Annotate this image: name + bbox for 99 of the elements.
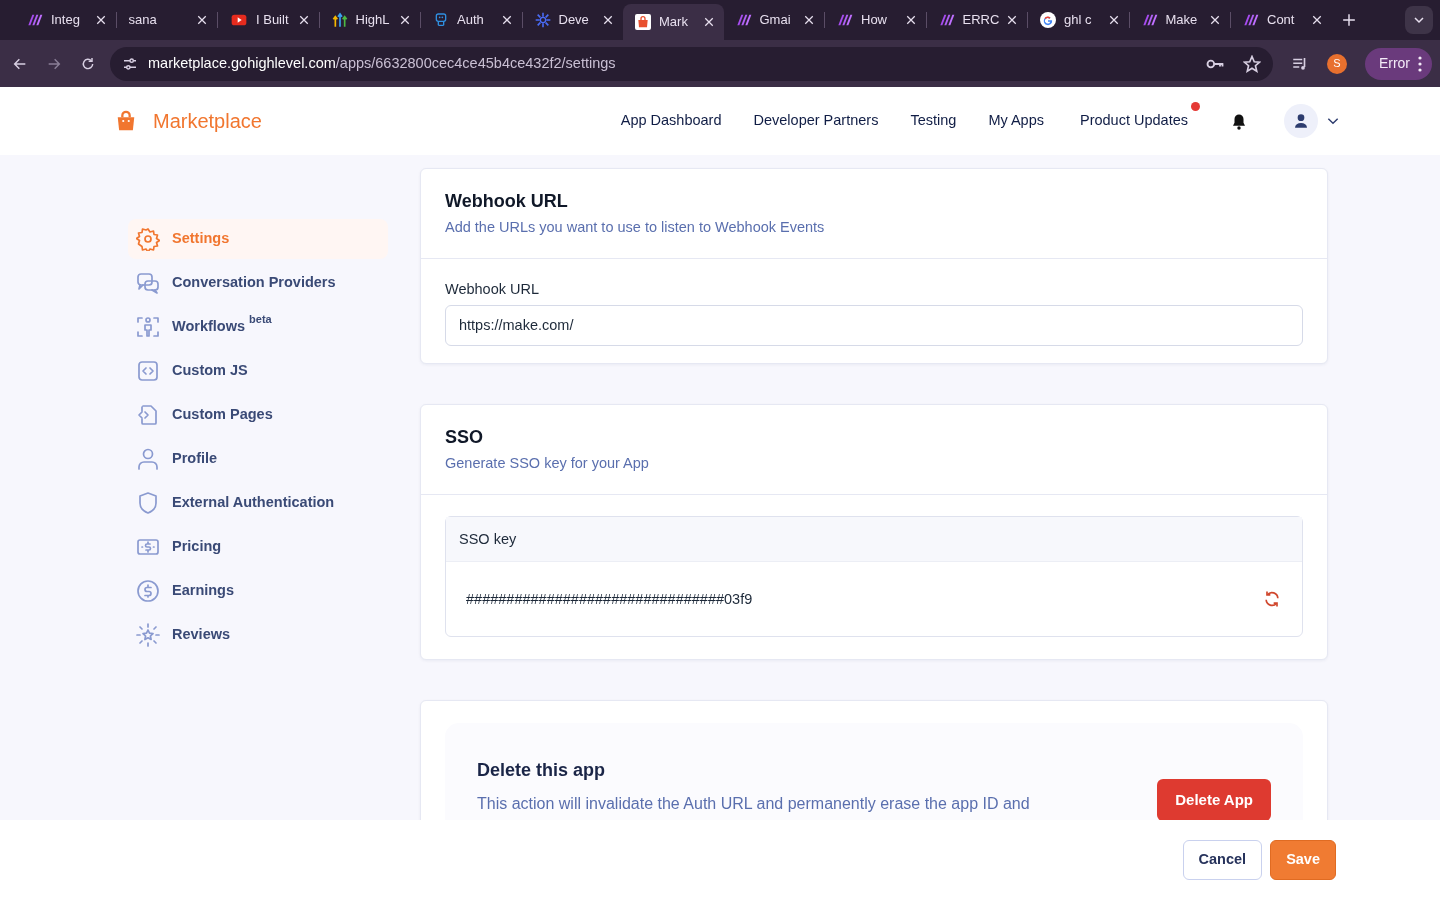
browser-tab[interactable]: sana [116, 4, 217, 36]
tab-title: Integ [51, 11, 81, 30]
tab-title: How [861, 11, 888, 30]
video-play-icon [230, 12, 248, 28]
close-icon [603, 15, 613, 25]
workflow-icon [136, 315, 160, 339]
close-icon [298, 15, 309, 25]
sidebar-item[interactable]: Reviews [128, 615, 388, 655]
close-icon [804, 15, 814, 25]
webhook-url-field[interactable]: https://make.com/ [445, 305, 1303, 347]
browser-tab[interactable]: Mark [623, 4, 724, 40]
sidebar-item[interactable]: Pricing [128, 527, 388, 567]
shield-icon [136, 491, 160, 515]
make-logo-icon [735, 12, 752, 28]
sidebar-item[interactable]: Conversation Providers [128, 263, 388, 303]
robot-icon [433, 12, 449, 28]
close-icon [501, 15, 512, 25]
browser-tab[interactable]: Gmai [723, 4, 824, 36]
tab-title: Auth [457, 11, 485, 30]
close-icon [1007, 15, 1017, 25]
card-subtitle: Add the URLs you want to use to listen to Webhook Events [445, 217, 826, 237]
bookmark-star-icon [1242, 55, 1261, 74]
shopping-bag-icon [635, 14, 651, 30]
sidebar-item[interactable]: External Authentication [128, 483, 388, 523]
browser-tab[interactable]: HighL [319, 4, 420, 36]
site-settings-icon [122, 55, 138, 72]
tab-title: ERRC [962, 11, 999, 30]
error-button[interactable]: Error [1364, 47, 1432, 80]
make-logo-icon [27, 12, 43, 28]
browser-tab[interactable]: ghl c [1028, 4, 1129, 36]
close-icon [1210, 15, 1220, 25]
close-icon [1311, 15, 1322, 25]
dollar-coin-icon [136, 579, 160, 603]
close-icon [905, 15, 916, 25]
shopping-bag-icon [115, 110, 137, 132]
cancel-button[interactable]: Cancel [1182, 840, 1263, 880]
sidebar-item[interactable]: Profile [128, 439, 388, 479]
browser-tab[interactable]: Make [1129, 4, 1230, 36]
make-logo-icon [1141, 12, 1158, 28]
nav-link[interactable]: Testing [910, 102, 969, 132]
sparkle-star-icon [136, 623, 160, 647]
sidebar-item[interactable]: Custom JS [128, 351, 388, 391]
nav-link[interactable]: App Dashboard [620, 102, 734, 132]
make-logo-icon [837, 12, 853, 28]
tab-title: Mark [659, 13, 689, 32]
make-logo-icon [938, 12, 955, 28]
description-text: This action will invalidate the Auth URL and permanently erase the app ID and [477, 794, 1030, 815]
chevron-down-icon[interactable] [1413, 14, 1425, 26]
tab-list-button[interactable] [1405, 6, 1433, 34]
browser-tab[interactable]: Integ [15, 4, 116, 36]
card-subtitle: Generate SSO key for your App [445, 453, 650, 473]
up-arrows-icon [331, 12, 348, 28]
tab-title: Make [1165, 11, 1199, 30]
card-title: SSO [445, 427, 484, 449]
browser-tab[interactable]: Auth [421, 4, 522, 36]
nav-link[interactable]: Developer Partners [753, 102, 891, 132]
asterisk-icon [534, 12, 551, 28]
user-menu-button[interactable] [1284, 104, 1340, 138]
close-icon [400, 15, 410, 25]
field-label: Webhook URL [445, 280, 541, 300]
unread-dot [1191, 102, 1200, 112]
tab-title: Deve [558, 11, 590, 30]
section-title: Delete this app [477, 759, 607, 783]
nav-link[interactable]: My Apps [988, 102, 1056, 132]
browser-tab[interactable]: Cont [1231, 4, 1332, 36]
browser-tab[interactable]: ERRC [926, 4, 1027, 36]
user-icon [136, 447, 160, 471]
make-logo-icon [1243, 12, 1259, 28]
tab-title: I Built [256, 11, 290, 30]
browser-tab[interactable]: How [825, 4, 926, 36]
more-vertical-icon [1418, 55, 1422, 72]
sidebar-item[interactable]: Workflows $^{beta}$ [128, 307, 388, 347]
new-tab-icon[interactable] [1341, 13, 1356, 27]
sidebar-item[interactable]: Custom Pages [128, 395, 388, 435]
close-icon [703, 17, 714, 27]
field-label: SSO key [459, 529, 517, 549]
tab-title: ghl c [1064, 11, 1093, 30]
delete-app-button[interactable]: Delete App [1157, 779, 1271, 820]
tab-title: sana [128, 11, 158, 30]
close-icon [95, 15, 106, 25]
google-logo-icon [1040, 12, 1056, 28]
tab-title: HighL [355, 11, 391, 30]
tab-title: Cont [1267, 11, 1296, 30]
refresh-icon[interactable] [1262, 589, 1282, 610]
tab-title: Gmai [759, 11, 792, 30]
sidebar-item[interactable]: Earnings [128, 571, 388, 611]
card-title: Webhook URL [445, 191, 569, 213]
user-icon [1293, 113, 1309, 129]
close-icon [197, 15, 207, 25]
sso-key-value: ################################03f9 [466, 589, 753, 609]
browser-tab[interactable]: I Built [218, 4, 319, 36]
nav-link[interactable]: Product Updates [1080, 102, 1200, 132]
settings-icon [136, 227, 160, 251]
code-page-icon [136, 403, 160, 427]
chat-bubbles-icon [136, 271, 160, 295]
close-icon [1108, 15, 1119, 25]
browser-tab[interactable]: Deve [522, 4, 623, 36]
code-icon [136, 359, 160, 383]
notification-bell-icon [1230, 112, 1248, 131]
